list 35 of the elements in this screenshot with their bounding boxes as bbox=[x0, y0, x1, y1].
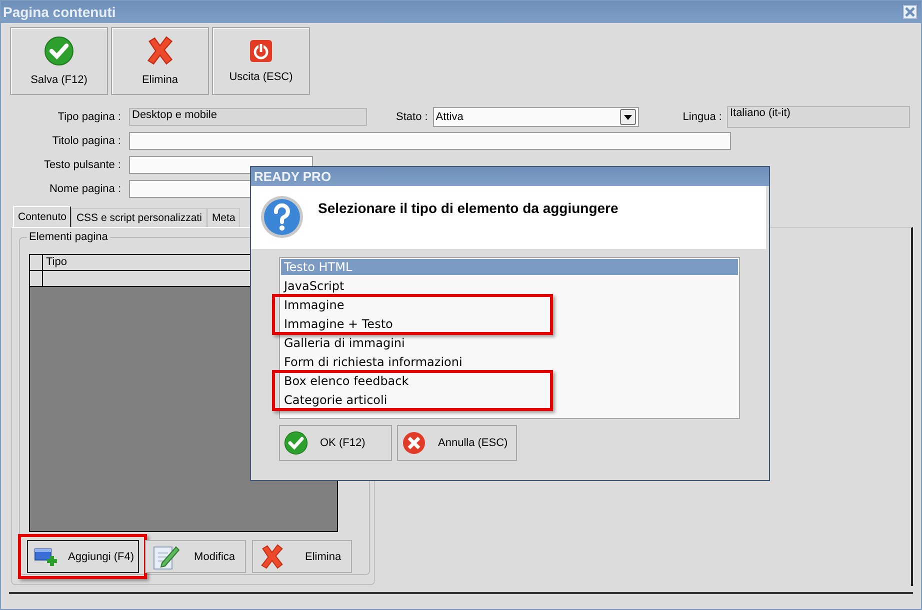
dialog-button[interactable]: Annulla (ESC) bbox=[397, 425, 517, 461]
tab[interactable]: CSS e script personalizzati bbox=[71, 208, 207, 227]
dialog-button[interactable]: OK (F12) bbox=[279, 425, 392, 461]
dialog-message: Selezionare il tipo di elemento da aggiungere bbox=[318, 200, 618, 218]
field-label: Nome pagina : bbox=[48, 183, 121, 195]
field-label: Tipo pagina : bbox=[56, 111, 121, 123]
tab[interactable]: Meta bbox=[206, 208, 240, 227]
action-button[interactable]: Modifica bbox=[145, 540, 246, 573]
dialog-title: READY PRO bbox=[251, 167, 769, 186]
window-add-icon bbox=[34, 546, 60, 566]
action-button[interactable]: Aggiungi (F4) bbox=[27, 540, 140, 573]
input-field[interactable] bbox=[129, 132, 731, 150]
readonly-field: Desktop e mobile bbox=[129, 108, 367, 126]
tab[interactable]: Contenuto bbox=[13, 206, 72, 227]
field-label: Titolo pagina : bbox=[51, 135, 121, 147]
check-icon bbox=[44, 36, 74, 66]
readonly-field: Italiano (it-it) bbox=[726, 106, 910, 128]
field-label: Testo pulsante : bbox=[42, 159, 121, 171]
cancel-icon bbox=[402, 431, 426, 455]
window-title: Pagina contenuti bbox=[3, 4, 116, 20]
cross-icon bbox=[259, 544, 286, 570]
toolbar-button[interactable]: Elimina bbox=[111, 27, 209, 95]
cross-icon bbox=[145, 36, 175, 66]
toolbar-button[interactable]: Salva (F12) bbox=[10, 27, 108, 95]
question-icon bbox=[260, 195, 304, 239]
column-header: Tipo bbox=[45, 255, 68, 270]
toolbar-button[interactable]: Uscita (ESC) bbox=[212, 27, 310, 95]
group-title: Elementi pagina bbox=[27, 231, 110, 243]
check-icon bbox=[284, 431, 308, 455]
action-button[interactable]: Elimina bbox=[252, 540, 352, 573]
power-icon bbox=[249, 39, 273, 63]
close-button[interactable] bbox=[903, 5, 917, 19]
field-label: Stato : bbox=[396, 111, 428, 123]
field-label: Lingua : bbox=[682, 111, 722, 123]
dropdown-field[interactable]: Attiva bbox=[432, 107, 639, 127]
